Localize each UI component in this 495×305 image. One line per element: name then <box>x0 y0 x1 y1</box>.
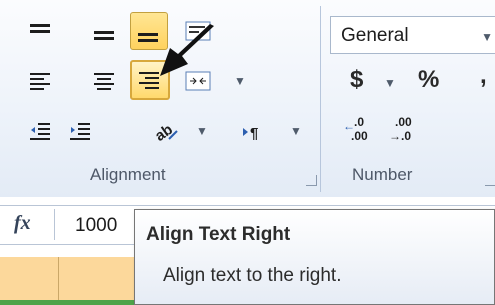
text-direction-dropdown-icon[interactable]: ▼ <box>290 124 302 138</box>
align-center-icon <box>94 73 114 90</box>
screentip-description: Align text to the right. <box>163 265 342 286</box>
group-divider <box>320 6 321 192</box>
align-middle-button[interactable] <box>86 14 124 52</box>
svg-text:ab: ab <box>153 121 176 143</box>
align-center-button[interactable] <box>86 62 124 100</box>
column-gridline <box>58 257 59 305</box>
decrease-decimal-bottom: →.0 <box>389 129 412 143</box>
alignment-dialog-launcher[interactable] <box>306 175 317 186</box>
paragraph-direction-icon: ¶ <box>243 125 258 142</box>
currency-format-button[interactable]: $ <box>350 66 363 94</box>
decrease-indent-icon <box>30 123 50 140</box>
increase-indent-button[interactable] <box>62 112 100 150</box>
orientation-icon: ab <box>153 121 178 143</box>
decrease-indent-button[interactable] <box>22 112 60 150</box>
align-bottom-icon <box>138 33 158 42</box>
comma-style-button[interactable]: , <box>480 62 487 90</box>
screentip-title: Align Text Right <box>146 224 291 245</box>
increase-decimal-top: .0 <box>354 115 365 129</box>
pointer-arrow-icon <box>160 24 214 76</box>
alignment-group-label: Alignment <box>90 165 166 184</box>
screentip: Align Text Right Align text to the right… <box>134 209 495 305</box>
number-group-label: Number <box>352 165 413 184</box>
left-arrow-icon: ← <box>343 119 355 133</box>
align-middle-icon <box>94 31 114 40</box>
number-dialog-launcher[interactable] <box>485 175 495 186</box>
formula-input[interactable]: 1000 <box>75 215 117 237</box>
formula-bar-divider <box>54 209 55 240</box>
ribbon-home: ▼ ab ▼ ¶ ▼ Alignment General ▼ $ ▼ % , .… <box>0 0 495 197</box>
align-top-icon <box>30 24 50 33</box>
insert-function-button[interactable]: fx <box>14 212 31 235</box>
align-left-icon <box>30 73 50 90</box>
increase-decimal-button[interactable]: .0 .00 ← <box>342 112 378 150</box>
orientation-button[interactable]: ab <box>146 112 184 150</box>
align-right-icon <box>139 72 159 89</box>
number-format-dropdown-icon[interactable]: ▼ <box>481 30 493 44</box>
align-top-button[interactable] <box>22 14 60 52</box>
merge-dropdown-icon[interactable]: ▼ <box>234 74 246 88</box>
orientation-dropdown-icon[interactable]: ▼ <box>196 124 208 138</box>
number-format-value: General <box>341 25 409 46</box>
currency-dropdown-icon[interactable]: ▼ <box>384 76 396 90</box>
decrease-decimal-button[interactable]: .00 →.0 <box>386 112 422 150</box>
decrease-decimal-top: .00 <box>395 115 412 129</box>
increase-indent-icon <box>70 123 90 140</box>
svg-text:¶: ¶ <box>250 125 258 142</box>
number-format-select[interactable]: General ▼ <box>330 16 495 54</box>
align-left-button[interactable] <box>22 62 60 100</box>
percent-style-button[interactable]: % <box>418 66 439 94</box>
text-direction-button[interactable]: ¶ <box>234 112 272 150</box>
